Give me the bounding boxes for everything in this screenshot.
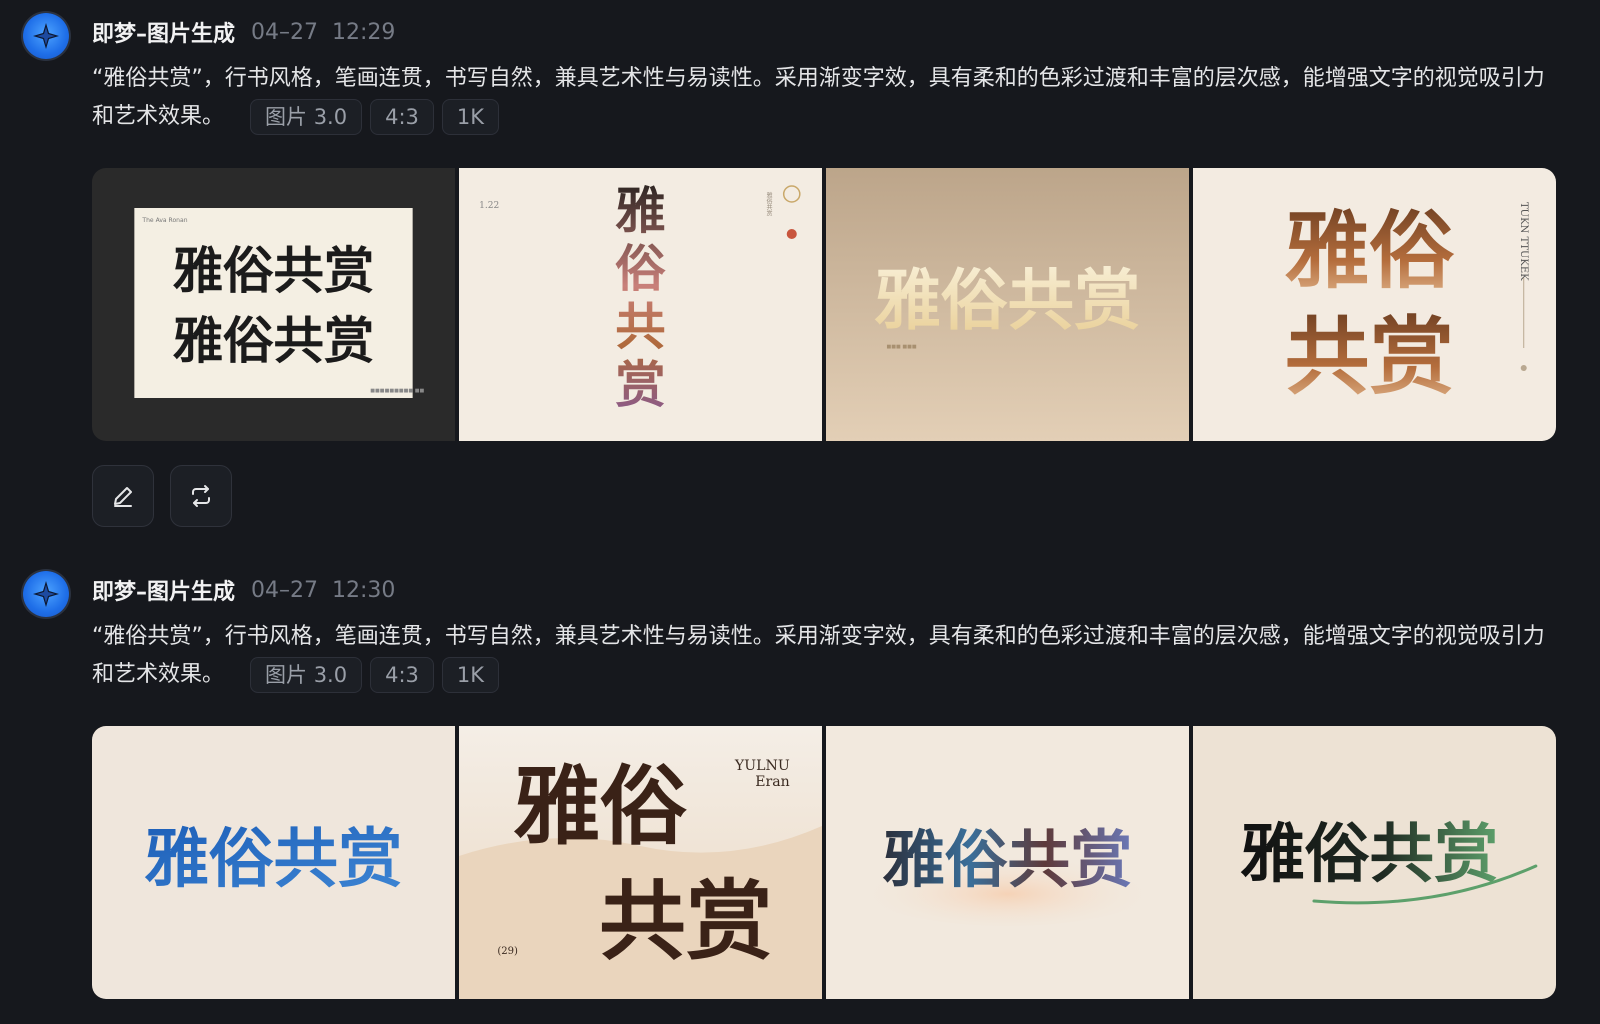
generated-image-4[interactable]: 雅俗 共赏 TUKN TTUKEK bbox=[1193, 168, 1556, 441]
generated-image-3[interactable]: 雅俗共赏 ■■■ ■■■ bbox=[826, 168, 1189, 441]
regenerate-button[interactable] bbox=[170, 465, 232, 527]
model-tag[interactable]: 图片 3.0 bbox=[250, 99, 363, 135]
generated-image-1[interactable]: The Ava Ronan 雅俗共赏 雅俗共赏 ■■■■■■■■■ ■■ bbox=[92, 168, 455, 441]
image-brand-line-1: YULNU bbox=[734, 758, 790, 774]
message-header: 即梦–图片生成 04–27 12:30 bbox=[92, 572, 395, 608]
image-grid: The Ava Ronan 雅俗共赏 雅俗共赏 ■■■■■■■■■ ■■ 1.2… bbox=[92, 168, 1556, 441]
timestamp: 04–27 12:29 bbox=[251, 20, 395, 45]
ratio-tag[interactable]: 4:3 bbox=[370, 657, 434, 693]
image-side-text: TUKN TTUKEK bbox=[1518, 202, 1529, 281]
prompt-text: “雅俗共赏”，行书风格，笔画连贯，书写自然，兼具艺术性与易读性。采用渐变字效，具… bbox=[92, 618, 1552, 694]
generated-image-1[interactable]: 雅俗共赏 bbox=[92, 726, 455, 999]
sparkle-star-icon bbox=[33, 581, 59, 607]
image-grid: 雅俗共赏 雅俗 共赏 YULNU Eran (29) 雅俗共赏 雅俗共赏 bbox=[92, 726, 1556, 999]
image-calligraphy-row-1: 雅俗 bbox=[513, 756, 687, 857]
chat-feed: 即梦–图片生成 04–27 12:29 “雅俗共赏”，行书风格，笔画连贯，书写自然… bbox=[0, 0, 1600, 1024]
sender-name: 即梦–图片生成 bbox=[92, 580, 236, 605]
edit-button[interactable] bbox=[92, 465, 154, 527]
generated-image-2[interactable]: 1.22 雅俗共赏 雅俗共赏 bbox=[459, 168, 822, 441]
timestamp-time: 12:30 bbox=[332, 577, 396, 603]
model-tag[interactable]: 图片 3.0 bbox=[250, 657, 363, 693]
generated-image-4[interactable]: 雅俗共赏 bbox=[1193, 726, 1556, 999]
image-calligraphy-line-1: 雅俗共赏 bbox=[173, 241, 375, 300]
timestamp: 04–27 12:30 bbox=[251, 578, 395, 603]
prompt-text: “雅俗共赏”，行书风格，笔画连贯，书写自然，兼具艺术性与易读性。采用渐变字效，具… bbox=[92, 60, 1552, 136]
timestamp-time: 12:29 bbox=[332, 19, 396, 45]
timestamp-date: 04–27 bbox=[251, 577, 319, 603]
image-calligraphy-row-2: 共赏 bbox=[599, 871, 772, 972]
image-calligraphy: 雅俗共赏 bbox=[882, 823, 1132, 896]
image-calligraphy-line-2: 雅俗共赏 bbox=[173, 311, 375, 370]
image-calligraphy: 雅俗共赏 bbox=[1240, 817, 1498, 892]
generated-image-3[interactable]: 雅俗共赏 bbox=[826, 726, 1189, 999]
sparkle-star-icon bbox=[33, 23, 59, 49]
image-vertical-calligraphy: 雅俗共赏 bbox=[615, 181, 666, 414]
repeat-arrows-icon bbox=[192, 485, 210, 507]
sender-name: 即梦–图片生成 bbox=[92, 22, 236, 47]
timestamp-date: 04–27 bbox=[251, 19, 319, 45]
image-side-text: 雅俗共赏 bbox=[765, 191, 772, 217]
image-calligraphy-row-1: 雅俗 bbox=[1285, 201, 1455, 300]
image-brand-line-2: Eran bbox=[755, 774, 790, 790]
bot-avatar bbox=[23, 13, 69, 59]
resolution-tag[interactable]: 1K bbox=[441, 657, 500, 693]
image-calligraphy-row-2: 共赏 bbox=[1285, 307, 1454, 406]
image-calligraphy: 雅俗共赏 bbox=[144, 822, 402, 897]
resolution-tag[interactable]: 1K bbox=[441, 99, 500, 135]
image-small-text: The Ava Ronan bbox=[141, 217, 187, 224]
image-small-text: ■■■ ■■■ bbox=[887, 344, 917, 350]
message-actions bbox=[92, 465, 232, 527]
bot-avatar bbox=[23, 571, 69, 617]
pencil-icon bbox=[114, 487, 132, 507]
message-header: 即梦–图片生成 04–27 12:29 bbox=[92, 14, 395, 50]
image-footer-text: (29) bbox=[497, 946, 518, 957]
ratio-tag[interactable]: 4:3 bbox=[370, 99, 434, 135]
image-footer-text: ■■■■■■■■■ ■■ bbox=[370, 388, 424, 394]
image-calligraphy: 雅俗共赏 bbox=[874, 261, 1140, 339]
image-number: 1.22 bbox=[479, 201, 499, 211]
generated-image-2[interactable]: 雅俗 共赏 YULNU Eran (29) bbox=[459, 726, 822, 999]
